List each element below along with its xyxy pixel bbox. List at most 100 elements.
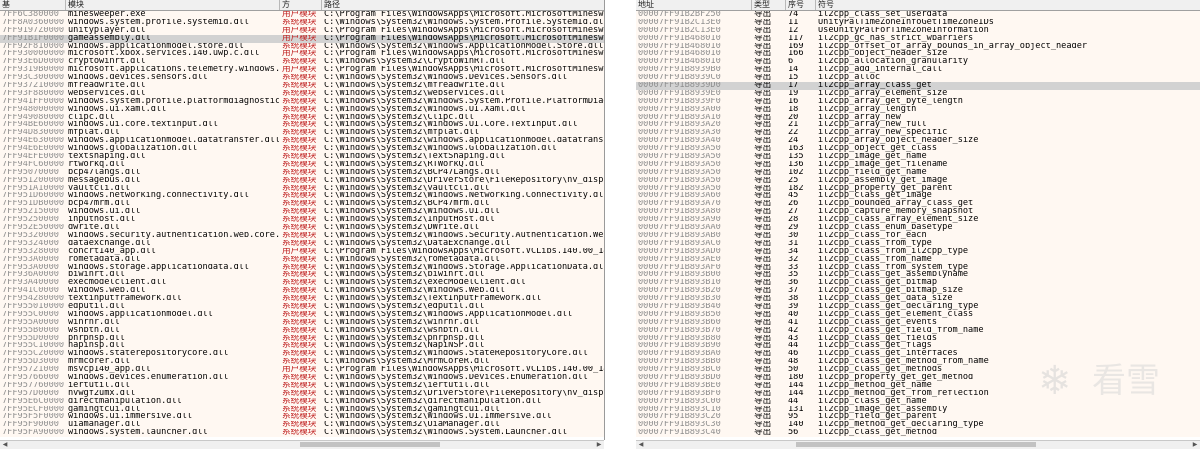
export-row[interactable]: 00007FF91B893A30 导出 22 il2cpp_array_new_spe…: [636, 129, 1200, 138]
export-row[interactable]: 00007FF91B893B70 导出 42 il2cpp_class_get_fie…: [636, 326, 1200, 335]
module-row[interactable]: 7FF953A0000 windows.storage.applicationda…: [0, 263, 604, 272]
export-row[interactable]: 00007FF91B893B50 导出 40 il2cpp_class_get_ele…: [636, 310, 1200, 319]
module-row[interactable]: 7FF95FA90000 windows.system.launcher.dll 系…: [0, 429, 604, 438]
module-row[interactable]: 7FF936A0000 biwinrt.dll 系统模块 C:\Windows\Sys…: [0, 271, 604, 280]
export-row[interactable]: 00007FF91B893C30 导出 140 il2cpp_method_get_d…: [636, 421, 1200, 430]
header-address[interactable]: 地址: [636, 0, 752, 10]
export-row[interactable]: 00007FF91B893B20 导出 37 il2cpp_class_get_bit…: [636, 287, 1200, 296]
export-row[interactable]: 00007FF91B893AB0 导出 30 il2cpp_class_for_eac…: [636, 231, 1200, 240]
export-row[interactable]: 00007FF91B893AA0 导出 29 il2cpp_class_enum_ba…: [636, 224, 1200, 232]
module-row[interactable]: 7FF95E6C0000 directmanipulation.dll 系统模块 C:…: [0, 397, 604, 406]
export-row[interactable]: 00007FF91B893A50 导出 25 il2cpp_assembly_get_…: [636, 176, 1200, 185]
export-row[interactable]: 00007FF91B893A60 导出 45 il2cpp_class_get_ima…: [636, 192, 1200, 201]
module-row[interactable]: 7FF95324000 dataexchange.dll 系统模块 C:\Window…: [0, 239, 604, 248]
export-row[interactable]: 00007FF91B893A80 导出 27 il2cpp_capture_memor…: [636, 208, 1200, 217]
module-row[interactable]: 7FF94D830000 mfplat.dll 系统模块 C:\Windows\Sys…: [0, 129, 604, 138]
export-row[interactable]: 00007FF91B893A40 导出 24 il2cpp_array_object_…: [636, 137, 1200, 146]
export-row[interactable]: 00007FF91B893A20 导出 21 il2cpp_array_new_ful…: [636, 121, 1200, 130]
module-row[interactable]: 7FF937210000 mfreadwrite.dll 系统模块 C:\Window…: [0, 82, 604, 90]
export-row[interactable]: 00007FF91B893B10 导出 36 il2cpp_class_get_bit…: [636, 279, 1200, 288]
module-row[interactable]: 7FF95250000 inputhost.dll 系统模块 C:\Windows\S…: [0, 216, 604, 225]
module-row[interactable]: 7FF949080000 clipc.dll 系统模块 C:\Windows\Syst…: [0, 113, 604, 122]
export-row[interactable]: 00007FF91B8939B0 导出 14 il2cpp_add_internal_…: [636, 66, 1200, 75]
export-row[interactable]: 00007FF91B893B00 导出 35 il2cpp_class_get_ass…: [636, 271, 1200, 280]
export-row[interactable]: 00007FF91B893B80 导出 43 il2cpp_class_get_fie…: [636, 334, 1200, 343]
header-path[interactable]: 路径: [322, 0, 604, 10]
export-row[interactable]: 00007FF91B893A50 导出 102 il2cpp_field_get_na…: [636, 168, 1200, 177]
module-row[interactable]: 7FF95F90000 uiamanager.dll 系统模块 C:\Windows\…: [0, 421, 604, 430]
module-row[interactable]: 7FF95070000 bcp47langs.dll 系统模块 C:\Windows\…: [0, 168, 604, 177]
module-row[interactable]: 7FF953A0000 rometadata.dll 系统模块 C:\Windows\…: [0, 255, 604, 264]
module-row[interactable]: 7FF955C20000 windows.staterepositorycore.…: [0, 350, 604, 359]
pane-splitter[interactable]: [604, 0, 637, 440]
export-row[interactable]: 00007FF91B893A70 导出 26 il2cpp_bounded_array…: [636, 200, 1200, 209]
module-row[interactable]: 7FF957760000 iertutil.dll 系统模块 C:\Windows\S…: [0, 381, 604, 390]
export-row[interactable]: 00007FF91B893A10 导出 20 il2cpp_array_new: [636, 113, 1200, 122]
module-row[interactable]: 7FF951D60000 windows.networking.connectiv…: [0, 192, 604, 201]
module-row[interactable]: 7FF93F880000 webservices.dll 系统模块 C:\Window…: [0, 89, 604, 98]
export-row[interactable]: 00007FF91B893A50 导出 136 il2cpp_image_get_fi…: [636, 160, 1200, 169]
module-row[interactable]: 7FF93E6D0000 cryptowinrt.dll 系统模块 C:\Window…: [0, 58, 604, 67]
export-row[interactable]: 00007FF91B893B40 导出 39 il2cpp_class_get_dec…: [636, 302, 1200, 311]
module-row[interactable]: 7FF955C10000 napinsp.dll 系统模块 C:\Windows\Sy…: [0, 342, 604, 351]
module-row[interactable]: 7FF95721000 msvcp140_app.dll 用户模块 C:\Progra…: [0, 366, 604, 374]
export-row[interactable]: 00007FF91B468010 导出 6 il2cpp_allocation_gra…: [636, 58, 1200, 67]
module-row[interactable]: 7FF955D0000 pnrpnsp.dll 系统模块 C:\Windows\Sys…: [0, 334, 604, 343]
header-type[interactable]: 类型: [752, 0, 786, 10]
module-row[interactable]: 7FF952E50000 dwrite.dll 系统模块 C:\Windows\Sys…: [0, 224, 604, 232]
module-row[interactable]: 7FF941C0000 windows.web.dll 系统模块 C:\Windows…: [0, 287, 604, 296]
header-ordinal[interactable]: 序号: [786, 0, 816, 10]
export-row[interactable]: 00007FF91B893C40 导出 56 il2cpp_class_get_met…: [636, 429, 1200, 438]
module-row[interactable]: 7FF955A0000 winrnr.dll 系统模块 C:\Windows\Syst…: [0, 318, 604, 327]
export-row[interactable]: 00007FF91B2BF250 导出 74 il2cpp_class_set_use…: [636, 11, 1200, 19]
export-row[interactable]: 00007FF91B468010 导出 166 il2cpp_object_heade…: [636, 50, 1200, 59]
module-row[interactable]: 7FF955C0000 windows.applicationmodel.dll 系…: [0, 310, 604, 319]
export-row[interactable]: 00007FF91B893B60 导出 41 il2cpp_class_get_eve…: [636, 318, 1200, 327]
module-row[interactable]: 7FF948000000 windows.ui.xaml.dll 系统模块 C:\Wi…: [0, 105, 604, 114]
export-row[interactable]: 00007FF91B893A50 导出 163 il2cpp_object_get_c…: [636, 145, 1200, 154]
scroll-thumb[interactable]: [796, 442, 1036, 447]
export-row[interactable]: 00007FF91B893AC0 导出 31 il2cpp_class_from_ty…: [636, 239, 1200, 248]
export-row[interactable]: 00007FF91B893A50 导出 135 il2cpp_image_get_na…: [636, 153, 1200, 161]
module-row[interactable]: 7FF9319B0000 microsoft.applications.telem…: [0, 66, 604, 75]
module-row[interactable]: 7FF94FC60000 rtworkq.dll 系统模块 C:\Windows\Sy…: [0, 160, 604, 169]
module-row[interactable]: 7FF9197Z0000 unityplayer.dll 用户模块 C:\Progra…: [0, 26, 604, 35]
module-row[interactable]: 7FF955D3000 mrmcorer.dll 系统模块 C:\Windows\Sy…: [0, 358, 604, 367]
module-row[interactable]: 7FF93C300000 windows.devices.sensors.dll 系…: [0, 74, 604, 83]
export-row[interactable]: 00007FF91B893B90 导出 44 il2cpp_class_get_fla…: [636, 342, 1200, 351]
export-row[interactable]: 00007FF91B468010 导出 169 il2cpp_offset_of_ar…: [636, 42, 1200, 51]
module-row[interactable]: 7FF9300000000 microsoft.xbox.services.140…: [0, 50, 604, 59]
header-module[interactable]: 模块: [66, 0, 280, 10]
export-row[interactable]: 00007FF91B893AF0 导出 33 il2cpp_class_from_sy…: [636, 263, 1200, 272]
module-row[interactable]: 7FF91B1F0000 gameassembly.dll 用户模块 C:\Progr…: [0, 34, 604, 43]
module-row[interactable]: 7FF954280000 textinputframework.dll 系统模块 C:…: [0, 295, 604, 303]
module-row[interactable]: 7FF955010000 edputil.dll 系统模块 C:\Windows\Sy…: [0, 302, 604, 311]
module-row[interactable]: 7FF6C380000 minesweeper.exe 用户模块 C:\Program…: [0, 11, 604, 19]
module-row[interactable]: 7FF957D0000 nvwgf2umx.dll 系统模块 C:\Windows\S…: [0, 389, 604, 398]
export-row[interactable]: 00007FF91B893A00 导出 18 il2cpp_array_length: [636, 105, 1200, 114]
module-row[interactable]: 7FF93A40000 execmodelclient.dll 系统模块 C:\Win…: [0, 279, 604, 288]
module-row[interactable]: 7FF951DB0000 bcp47mrm.dll 系统模块 C:\Windows\S…: [0, 200, 604, 209]
export-row[interactable]: 00007FF91B893AD0 导出 34 il2cpp_class_from_il…: [636, 247, 1200, 256]
module-row[interactable]: 7FF955B0000 wshbth.dll 系统模块 C:\Windows\Syst…: [0, 326, 604, 335]
module-row[interactable]: 7FF94BE60000 windows.ui.core.textinput.dl…: [0, 121, 604, 130]
module-row[interactable]: 7FF95328000 concrt140_app.dll 用户模块 C:\Progr…: [0, 247, 604, 256]
export-row[interactable]: 00007FF91B893A50 导出 182 il2cpp_property_get…: [636, 184, 1200, 193]
module-row[interactable]: 7FF951200000 messagebus.dll 系统模块 C:\Windows…: [0, 176, 604, 185]
module-row[interactable]: 7FF95320000 windows.security.authenticati…: [0, 231, 604, 240]
module-row[interactable]: 7FF95F5F0000 windows.ui.immersive.dll 系统模块…: [0, 413, 604, 422]
export-row[interactable]: 00007FF91B8939E0 导出 19 il2cpp_array_element…: [636, 89, 1200, 98]
module-row[interactable]: 7FF951A10000 vaultcli.dll 系统模块 C:\Windows\S…: [0, 184, 604, 193]
scroll-thumb[interactable]: [300, 442, 440, 447]
export-row[interactable]: 00007FF91B893AE0 导出 32 il2cpp_class_from_na…: [636, 255, 1200, 264]
module-row[interactable]: 7FF941FF0000 windows.system.profile.platf…: [0, 97, 604, 106]
export-row[interactable]: 00007FF91B8939F0 导出 16 il2cpp_array_get_byt…: [636, 97, 1200, 106]
export-row[interactable]: 00007FF91B893B30 导出 38 il2cpp_class_get_dat…: [636, 295, 1200, 303]
header-marker[interactable]: 方: [280, 0, 322, 10]
module-row[interactable]: 7FF94E630000 windows.applicationmodel.dat…: [0, 137, 604, 146]
export-row[interactable]: 00007FF91B893C20 导出 95 il2cpp_field_get_par…: [636, 413, 1200, 422]
module-row[interactable]: 7FF8A0360000 windows.system.profile.syste…: [0, 18, 604, 27]
module-row[interactable]: 7FF95ECF0000 gamingtcui.dll 系统模块 C:\Windows…: [0, 405, 604, 414]
module-row[interactable]: 7FF94EFE0000 textshaping.dll 系统模块 C:\Window…: [0, 153, 604, 161]
export-row[interactable]: 00007FF91B893A90 导出 28 il2cpp_class_array_e…: [636, 216, 1200, 225]
